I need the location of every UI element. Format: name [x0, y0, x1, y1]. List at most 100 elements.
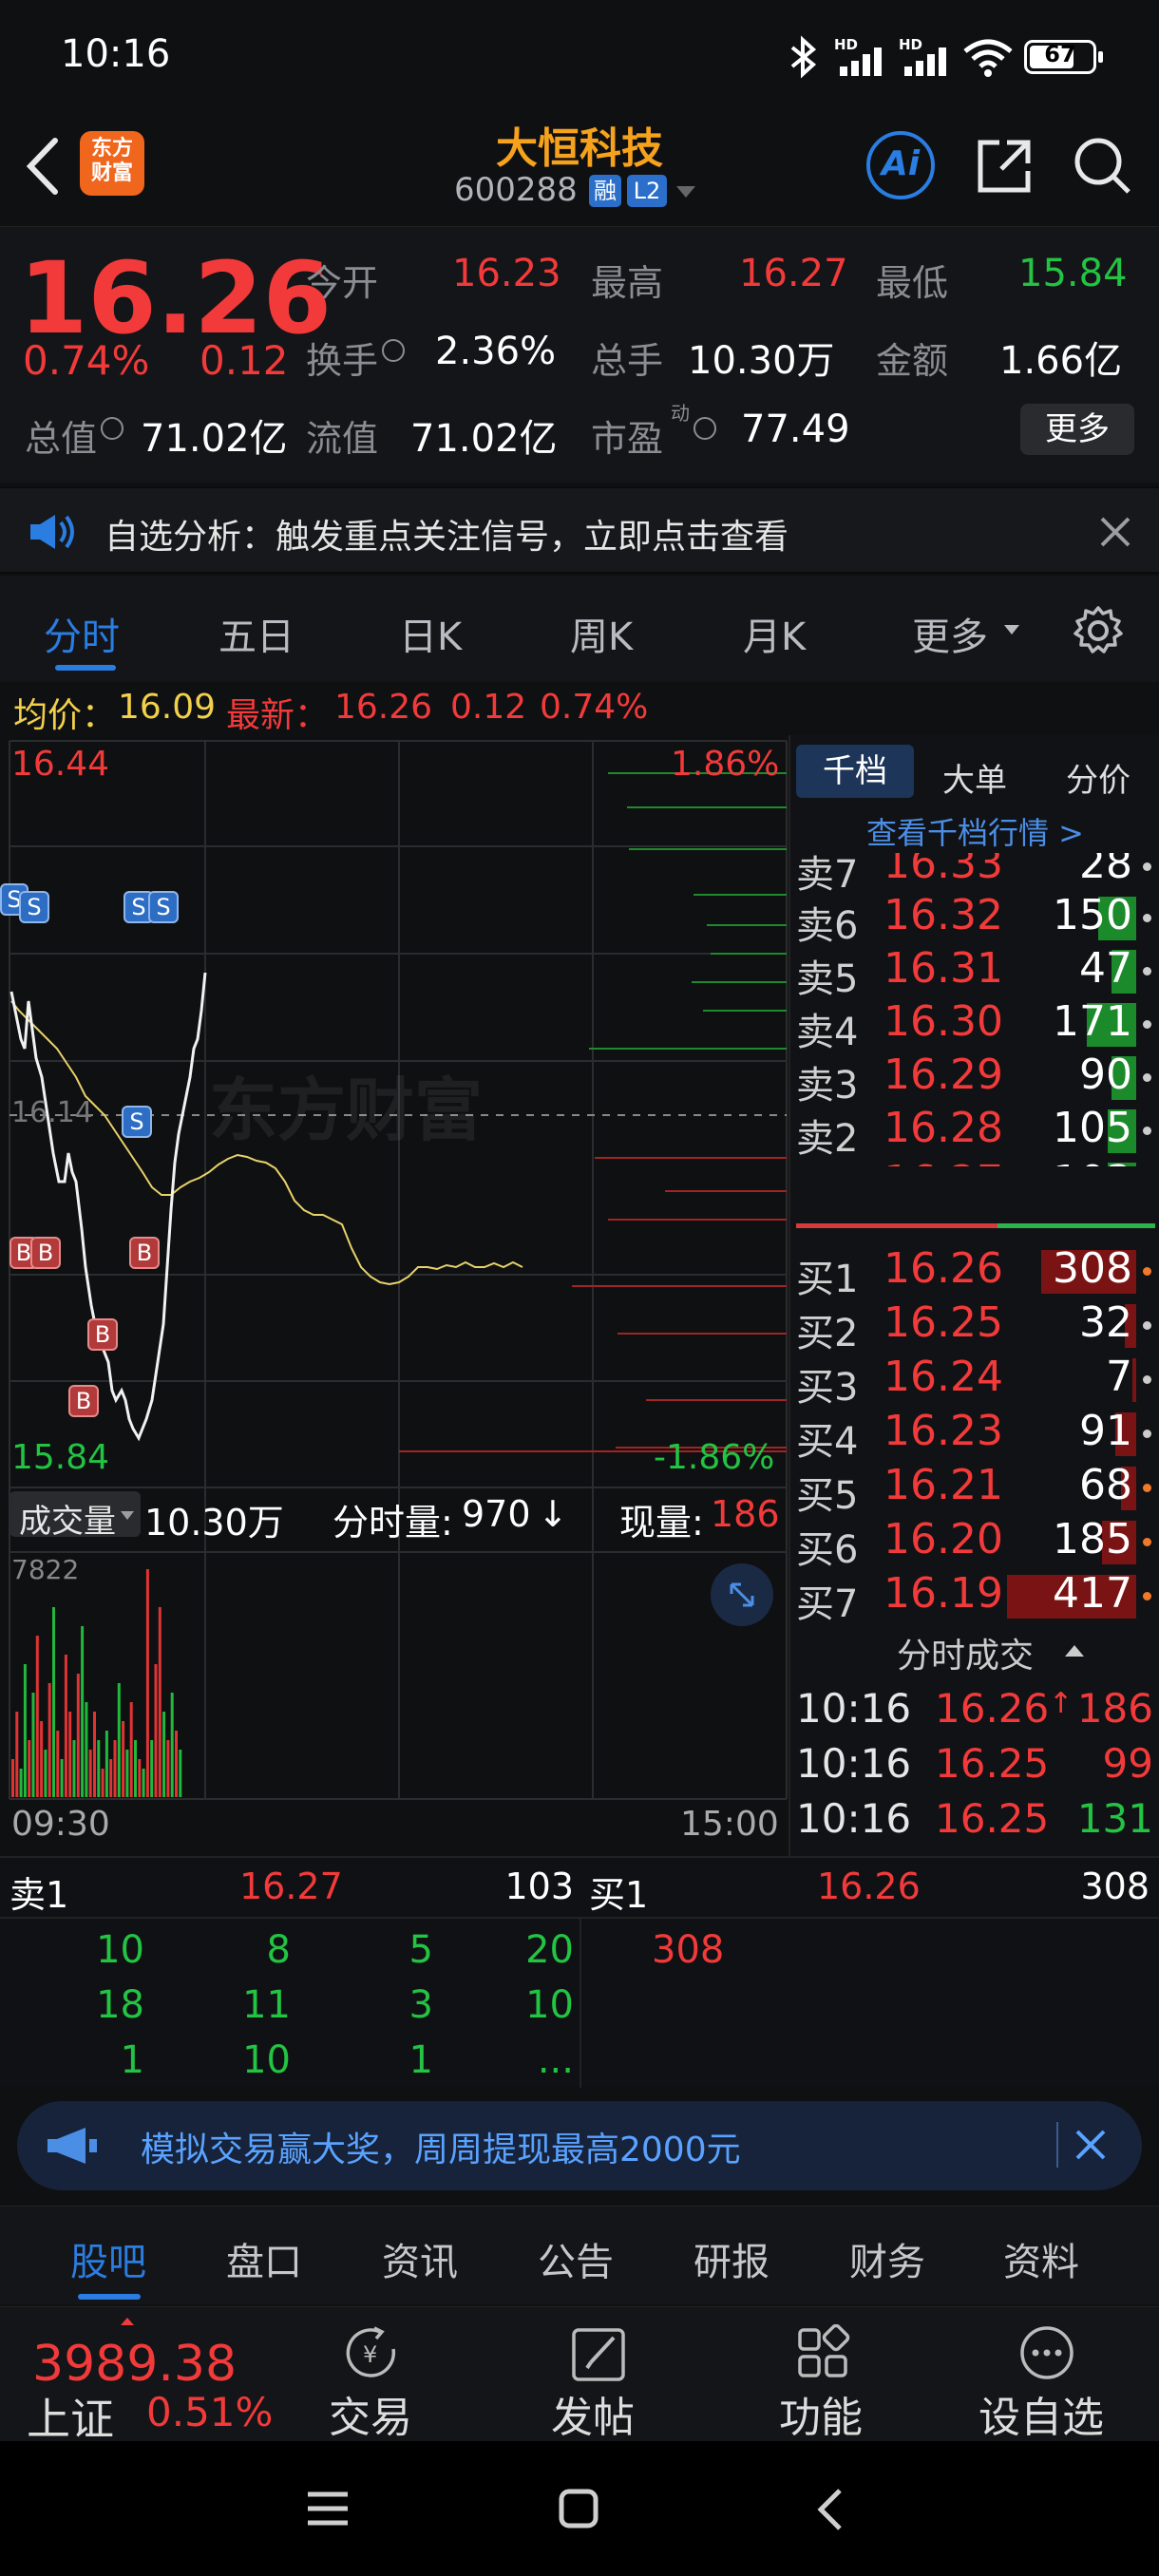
buy-marker[interactable]: B [87, 1318, 118, 1351]
open-value: 16.23 [452, 252, 561, 295]
promo-banner[interactable]: 模拟交易赢大奖，周周提现最高2000元 [17, 2101, 1142, 2190]
bid-list: 买1 16.26 308 买2 16.25 32 买3 16.24 7 买4 16.23 91 买5 16… [790, 1235, 1159, 1626]
ask-price: 16.30 [884, 997, 1003, 1046]
notice-bar[interactable]: 自选分析：触发重点关注信号，立即点击查看 [0, 486, 1159, 574]
functions-icon[interactable] [794, 2324, 853, 2383]
search-icon[interactable] [1072, 133, 1134, 199]
buy-marker[interactable]: B [68, 1385, 99, 1417]
bid-volume: 32 [1079, 1298, 1132, 1347]
tab-news[interactable]: 资讯 [382, 2231, 458, 2286]
tab-daily-k[interactable]: 日K [399, 606, 462, 661]
market-cap-info-icon[interactable] [101, 417, 124, 440]
ask-order-queue-item: 1 [120, 2038, 144, 2082]
intraday-chart[interactable]: 东方财富 16.44 1.86% 16.14 15.84 -1.86% S S … [0, 735, 788, 1856]
tab-handicap[interactable]: 盘口 [226, 2231, 302, 2286]
bid-row[interactable]: 买2 16.25 32 [790, 1298, 1159, 1355]
float-cap-value: 71.02亿 [410, 417, 558, 461]
sell-marker[interactable]: S [19, 891, 49, 923]
low-value: 15.84 [1018, 252, 1128, 295]
promo-close-icon[interactable] [1074, 2128, 1108, 2162]
ask-order-queue-item: 10 [96, 1928, 144, 1972]
tab-announcements[interactable]: 公告 [538, 2231, 614, 2286]
more-quote-button[interactable]: 更多 [1020, 404, 1134, 455]
ask-row[interactable]: 卖1 16.27 103 [790, 1157, 1159, 1166]
tab-monthly-k[interactable]: 月K [743, 606, 806, 661]
dropdown-triangle-icon[interactable] [674, 182, 697, 201]
tab-price-distribution[interactable]: 分价 [1066, 754, 1130, 801]
trade-icon[interactable]: ¥ [342, 2324, 405, 2383]
tab-forum[interactable]: 股吧 [70, 2231, 146, 2286]
tab-more[interactable]: 更多 [912, 606, 988, 661]
volume-bar [175, 1731, 178, 1797]
level2-tag: L2 [627, 175, 667, 207]
volume-bar [76, 1674, 80, 1797]
volume-selector[interactable]: 成交量 [10, 1491, 141, 1541]
ask-row[interactable]: 卖6 16.32 150 [790, 891, 1159, 948]
stock-name: 大恒科技 [496, 124, 663, 173]
bid-row[interactable]: 买6 16.20 185 [790, 1515, 1159, 1572]
sell-marker[interactable]: S [122, 1106, 152, 1138]
tab-profile[interactable]: 资料 [1003, 2231, 1079, 2286]
share-icon[interactable] [973, 135, 1036, 198]
index-pct[interactable]: 0.51% [146, 2389, 273, 2435]
ask-order-queue-item: 10 [525, 1983, 574, 2027]
chart-info-line: 均价： 16.09 最新： 16.26 0.12 0.74% [0, 682, 1159, 735]
post-label[interactable]: 发帖 [551, 2383, 635, 2444]
tab-active-indicator [55, 665, 116, 671]
ask-row[interactable]: 卖2 16.28 105 [790, 1104, 1159, 1161]
bid-row[interactable]: 买5 16.21 68 [790, 1461, 1159, 1518]
tick-row: 10:16 16.26 ↑ 186 [790, 1685, 1159, 1738]
ask-row[interactable]: 卖7 16.33 28 [790, 853, 1159, 897]
tab-finance[interactable]: 财务 [849, 2231, 925, 2286]
bid-price: 16.23 [884, 1407, 1003, 1455]
add-watchlist-label[interactable]: 设自选 [978, 2383, 1104, 2444]
ticks-collapse-icon[interactable] [1064, 1643, 1085, 1658]
queue-bid-price: 16.26 [817, 1866, 921, 1907]
ticks-title[interactable]: 分时成交 [897, 1628, 1034, 1677]
volume-bar [40, 1721, 44, 1797]
tab-intraday[interactable]: 分时 [44, 606, 120, 661]
add-watchlist-icon[interactable] [1016, 2324, 1077, 2383]
logo-line-2: 财富 [90, 161, 133, 185]
chart-max-price: 16.44 [11, 745, 110, 784]
close-icon[interactable] [1098, 515, 1132, 549]
tab-thousand-level[interactable]: 千档 [796, 745, 914, 798]
ask-bid-ratio-red [796, 1223, 998, 1228]
tab-five-day[interactable]: 五日 [218, 606, 294, 661]
bid-row[interactable]: 买1 16.26 308 [790, 1244, 1159, 1301]
view-full-depth-link[interactable]: 查看千档行情 > [866, 809, 1084, 853]
ask-row[interactable]: 卖3 16.29 90 [790, 1051, 1159, 1108]
ask-price: 16.28 [884, 1104, 1003, 1152]
index-value[interactable]: 3989.38 [32, 2336, 237, 2393]
index-name[interactable]: 上证 [27, 2385, 114, 2448]
sell-marker[interactable]: S [148, 891, 179, 923]
change-pct: 0.74% [23, 337, 150, 384]
tab-large-order[interactable]: 大单 [942, 754, 1007, 801]
turnover-info-icon[interactable] [382, 339, 405, 362]
tab-research[interactable]: 研报 [694, 2231, 770, 2286]
menu-icon[interactable] [304, 2489, 352, 2529]
ask-row[interactable]: 卖4 16.30 171 [790, 997, 1159, 1054]
bid-row[interactable]: 买7 16.19 417 [790, 1569, 1159, 1626]
buy-marker[interactable]: B [129, 1237, 160, 1269]
tab-weekly-k[interactable]: 周K [570, 606, 633, 661]
ai-button[interactable]: Ai [866, 131, 935, 199]
post-icon[interactable] [570, 2324, 629, 2383]
queue-bid-volume: 308 [1080, 1866, 1150, 1907]
pe-info-icon[interactable] [694, 417, 716, 440]
buy-marker[interactable]: B [30, 1237, 61, 1269]
ask-label: 卖2 [796, 1117, 859, 1161]
bid-row[interactable]: 买4 16.23 91 [790, 1407, 1159, 1464]
ask-order-queue-item: 20 [525, 1928, 574, 1972]
back-icon[interactable] [19, 133, 66, 199]
trade-label[interactable]: 交易 [329, 2383, 412, 2444]
back-nav-icon[interactable] [813, 2485, 847, 2534]
app-logo[interactable]: 东方 财富 [80, 131, 144, 196]
functions-label[interactable]: 功能 [779, 2383, 863, 2444]
tick-time: 10:16 [796, 1795, 912, 1842]
gear-icon[interactable] [1072, 604, 1125, 657]
bid-row[interactable]: 买3 16.24 7 [790, 1353, 1159, 1410]
home-icon[interactable] [557, 2487, 600, 2530]
volume-bar [93, 1712, 96, 1797]
ask-row[interactable]: 卖5 16.31 47 [790, 944, 1159, 1001]
